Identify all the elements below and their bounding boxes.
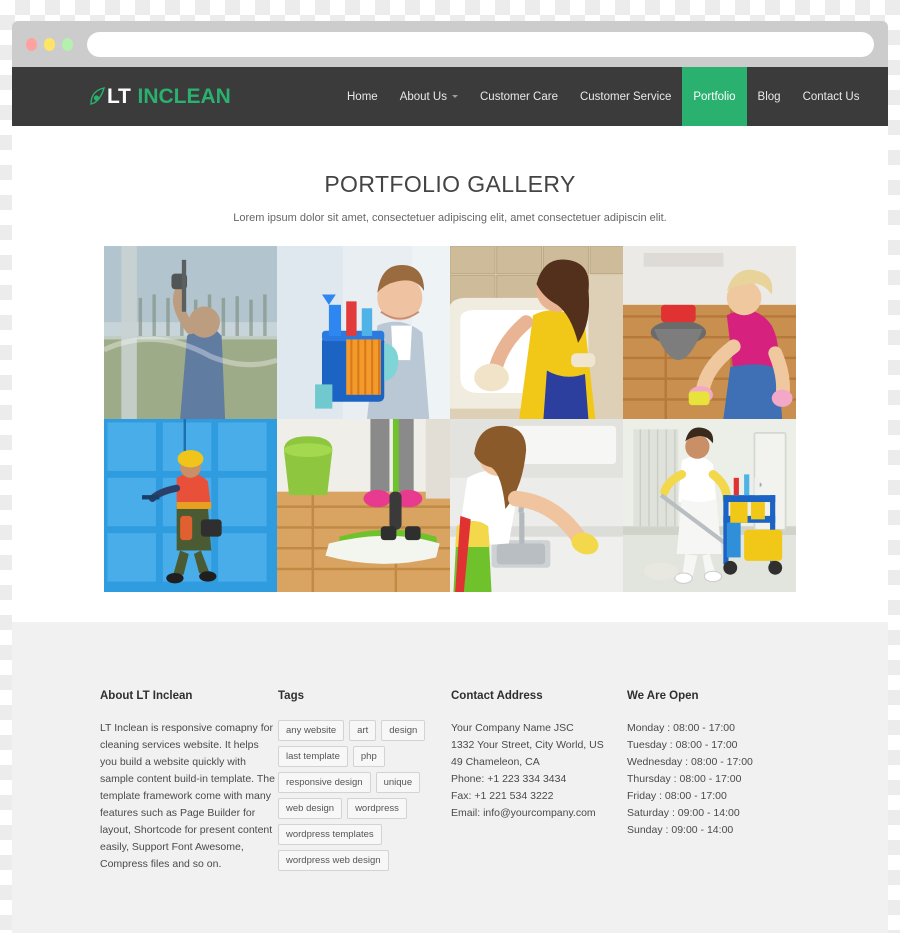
hours-line-thursday: Thursday : 08:00 - 17:00 bbox=[627, 773, 742, 785]
tag-item[interactable]: responsive design bbox=[278, 772, 371, 793]
footer-column-hours: We Are Open Monday : 08:00 - 17:00 Tuesd… bbox=[627, 690, 800, 873]
footer-about-text: LT Inclean is responsive comapny for cle… bbox=[100, 722, 275, 870]
website-viewport: LT INCLEAN Home About Us Customer Care C… bbox=[12, 67, 888, 933]
nav-label: About Us bbox=[399, 90, 447, 103]
maximize-icon[interactable] bbox=[62, 37, 73, 51]
tag-item[interactable]: wordpress templates bbox=[278, 824, 382, 845]
footer-about-heading: About LT Inclean bbox=[100, 690, 193, 702]
chevron-down-icon bbox=[452, 95, 458, 98]
tag-item[interactable]: any website bbox=[278, 720, 345, 741]
nav-item-contact-us[interactable]: Contact Us bbox=[792, 67, 871, 126]
logo-text-secondary: INCLEAN bbox=[137, 84, 231, 108]
nav-item-customer-care[interactable]: Customer Care bbox=[469, 67, 569, 126]
gallery-item-floor-scrubbing[interactable] bbox=[623, 246, 796, 419]
portfolio-gallery-grid bbox=[104, 246, 796, 592]
hours-line-saturday: Saturday : 09:00 - 14:00 bbox=[627, 807, 740, 819]
minimize-icon[interactable] bbox=[44, 37, 55, 51]
gallery-item-janitor-with-cart[interactable] bbox=[623, 419, 796, 592]
gallery-item-maid-with-bucket[interactable] bbox=[277, 246, 450, 419]
gallery-item-window-cleaner-squeegee[interactable] bbox=[104, 246, 277, 419]
browser-toolbar bbox=[12, 21, 888, 67]
page-content: PORTFOLIO GALLERY Lorem ipsum dolor sit … bbox=[12, 126, 888, 622]
gallery-item-mopping-wood-floor[interactable] bbox=[277, 419, 450, 592]
tag-item[interactable]: last template bbox=[278, 746, 348, 767]
gallery-item-kitchen-counter-cleaning[interactable] bbox=[450, 419, 623, 592]
footer-tags-heading: Tags bbox=[278, 690, 304, 702]
contact-line-phone: Phone: +1 223 334 3434 bbox=[451, 773, 567, 785]
nav-label: Customer Care bbox=[480, 90, 558, 103]
nav-item-about-us[interactable]: About Us bbox=[389, 67, 469, 126]
leaf-swoosh-icon bbox=[89, 87, 106, 106]
gallery-item-bathtub-cleaning[interactable] bbox=[450, 246, 623, 419]
browser-window: LT INCLEAN Home About Us Customer Care C… bbox=[12, 21, 888, 933]
tag-item[interactable]: web design bbox=[278, 798, 343, 819]
footer-column-about: About LT Inclean LT Inclean is responsiv… bbox=[100, 690, 278, 873]
main-navigation: Home About Us Customer Care Customer Ser… bbox=[336, 67, 870, 126]
nav-label: Home bbox=[347, 90, 378, 103]
site-footer: About LT Inclean LT Inclean is responsiv… bbox=[12, 622, 888, 933]
hours-line-friday: Friday : 08:00 - 17:00 bbox=[627, 790, 727, 802]
hours-line-monday: Monday : 08:00 - 17:00 bbox=[627, 722, 735, 734]
hours-line-wednesday: Wednesday : 08:00 - 17:00 bbox=[627, 756, 753, 768]
footer-column-contact: Contact Address Your Company Name JSC 13… bbox=[451, 690, 627, 873]
tag-item[interactable]: design bbox=[381, 720, 426, 741]
site-navbar: LT INCLEAN Home About Us Customer Care C… bbox=[12, 67, 888, 126]
logo-text-primary: LT bbox=[107, 84, 131, 108]
nav-item-home[interactable]: Home bbox=[336, 67, 389, 126]
nav-label: Customer Service bbox=[579, 90, 672, 103]
nav-item-portfolio[interactable]: Portfolio bbox=[682, 67, 747, 126]
nav-item-blog[interactable]: Blog bbox=[747, 67, 792, 126]
tag-item[interactable]: wordpress web design bbox=[278, 850, 389, 871]
nav-label: Contact Us bbox=[802, 90, 860, 103]
address-bar-input[interactable] bbox=[87, 31, 874, 57]
contact-line: Your Company Name JSC bbox=[451, 722, 574, 734]
nav-label: Portfolio bbox=[693, 90, 736, 103]
gallery-item-rope-access-window-washer[interactable] bbox=[104, 419, 277, 592]
tag-cloud: any website art design last template php… bbox=[278, 720, 438, 871]
contact-line-fax: Fax: +1 221 534 3222 bbox=[451, 790, 554, 802]
tag-item[interactable]: art bbox=[349, 720, 377, 741]
hours-line-sunday: Sunday : 09:00 - 14:00 bbox=[627, 824, 734, 836]
page-subtitle: Lorem ipsum dolor sit amet, consectetuer… bbox=[233, 212, 667, 224]
page-title: PORTFOLIO GALLERY bbox=[324, 171, 576, 197]
nav-item-customer-service[interactable]: Customer Service bbox=[569, 67, 682, 126]
site-logo[interactable]: LT INCLEAN bbox=[12, 67, 272, 126]
tag-item[interactable]: wordpress bbox=[347, 798, 407, 819]
contact-line: 49 Chameleon, CA bbox=[451, 756, 540, 768]
hours-line-tuesday: Tuesday : 08:00 - 17:00 bbox=[627, 739, 738, 751]
close-icon[interactable] bbox=[26, 37, 37, 51]
window-controls bbox=[26, 37, 73, 51]
contact-line: 1332 Your Street, City World, US bbox=[451, 739, 604, 751]
footer-hours-heading: We Are Open bbox=[627, 690, 699, 702]
tag-item[interactable]: php bbox=[352, 746, 385, 767]
footer-column-tags: Tags any website art design last templat… bbox=[278, 690, 451, 873]
tag-item[interactable]: unique bbox=[375, 772, 421, 793]
footer-contact-heading: Contact Address bbox=[451, 690, 543, 702]
nav-label: Blog bbox=[757, 90, 781, 103]
contact-line-email[interactable]: Email: info@yourcompany.com bbox=[451, 805, 627, 822]
